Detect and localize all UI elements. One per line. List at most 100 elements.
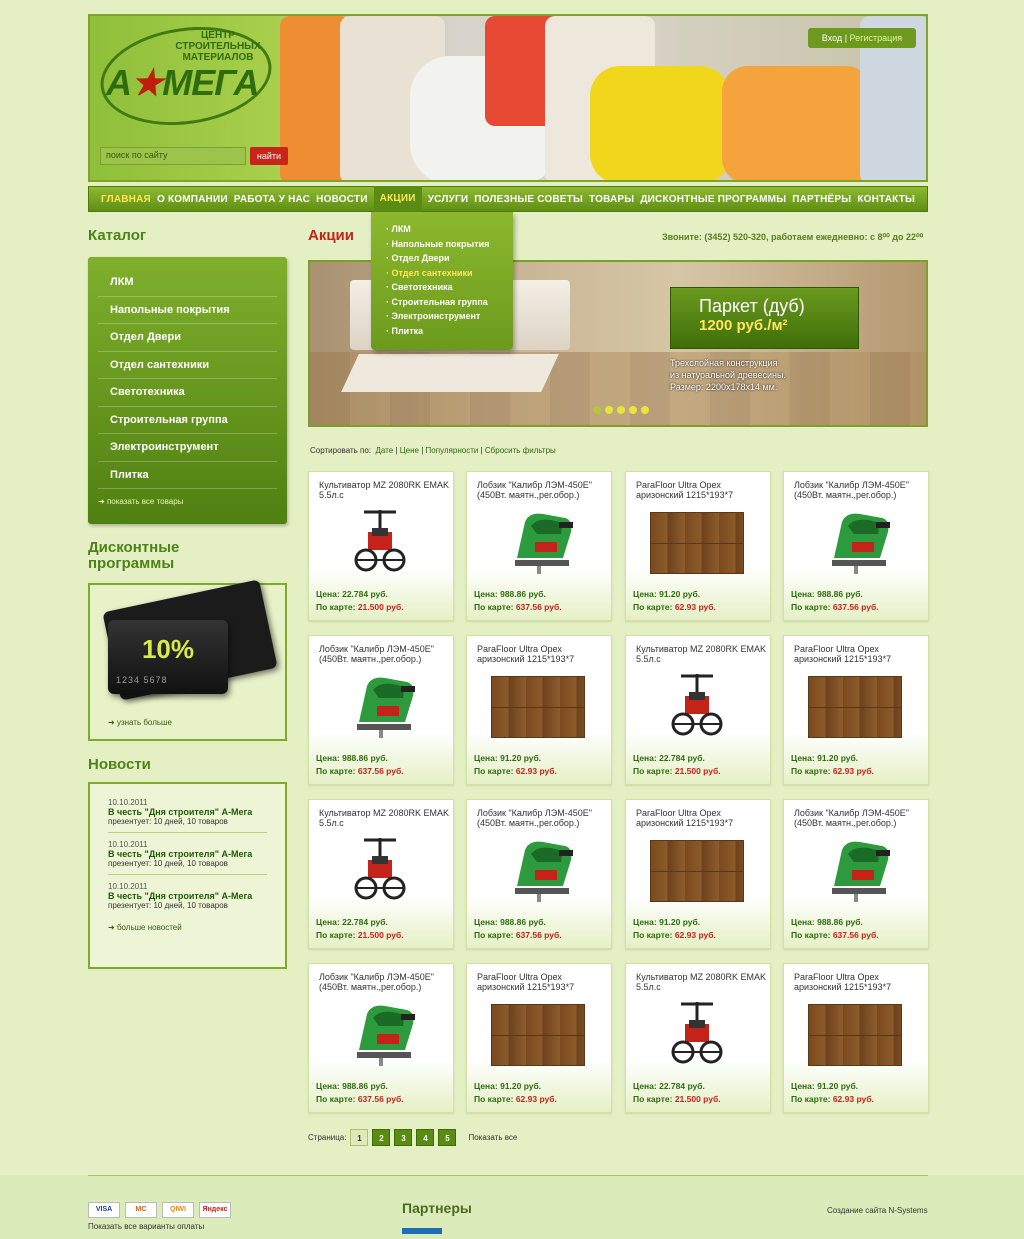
catalog-item-lighting[interactable]: Светотехника <box>98 379 277 407</box>
cultivator-image[interactable] <box>354 836 406 902</box>
cultivator-image[interactable] <box>671 1000 723 1066</box>
show-all-pages-link[interactable]: Показать все <box>468 1133 517 1142</box>
nav-item-partners[interactable]: ПАРТНЁРЫ <box>792 194 851 205</box>
catalog-item-tile[interactable]: Плитка <box>98 462 277 489</box>
dropdown-item-tile[interactable]: · Плитка <box>386 324 513 339</box>
dropdown-item-flooring[interactable]: · Напольные покрытия <box>386 237 513 252</box>
catalog-item-power-tools[interactable]: Электроинструмент <box>98 434 277 462</box>
product-card[interactable]: ParaFloor Ultra Орех аризонский 1215*193… <box>783 635 929 785</box>
news-headline[interactable]: В честь "Дня строителя" А-Мега <box>108 807 267 817</box>
product-name[interactable]: ParaFloor Ultra Орех аризонский 1215*193… <box>477 644 607 664</box>
payment-options-link[interactable]: Показать все варианты оплаты <box>88 1222 204 1231</box>
nav-item-contacts[interactable]: КОНТАКТЫ <box>857 194 915 205</box>
product-name[interactable]: ParaFloor Ultra Орех аризонский 1215*193… <box>477 972 607 992</box>
product-card[interactable]: Культиватор MZ 2080RK EMAK 5.5л.с Цена: 2… <box>308 799 454 949</box>
product-card[interactable]: ParaFloor Ultra Орех аризонский 1215*193… <box>783 963 929 1113</box>
product-name[interactable]: ParaFloor Ultra Орех аризонский 1215*193… <box>794 972 924 992</box>
jigsaw-image[interactable] <box>824 508 894 574</box>
slider-dot[interactable] <box>593 406 601 414</box>
jigsaw-image[interactable] <box>824 836 894 902</box>
product-card[interactable]: Лобзик "Калибр ЛЭМ-450Е" (450Вт. маятн.,… <box>308 963 454 1113</box>
nav-item-goods[interactable]: ТОВАРЫ <box>589 194 634 205</box>
product-name[interactable]: Культиватор MZ 2080RK EMAK 5.5л.с <box>319 480 449 500</box>
qiwi-icon[interactable]: QIWI <box>162 1202 194 1218</box>
slider-dot[interactable] <box>617 406 625 414</box>
parquet-image[interactable] <box>491 676 585 738</box>
promo-price-box[interactable]: Паркет (дуб) 1200 руб./м² <box>670 287 859 349</box>
dropdown-item-power-tools[interactable]: · Электроинструмент <box>386 309 513 324</box>
reset-filters[interactable]: Сбросить фильтры <box>485 446 556 455</box>
register-link[interactable]: Регистрация <box>850 33 903 43</box>
cultivator-image[interactable] <box>354 508 406 574</box>
catalog-item-construction[interactable]: Строительная группа <box>98 407 277 434</box>
product-card[interactable]: Культиватор MZ 2080RK EMAK 5.5л.с Цена: 2… <box>308 471 454 621</box>
product-card[interactable]: Лобзик "Калибр ЛЭМ-450Е" (450Вт. маятн.,… <box>466 471 612 621</box>
news-headline[interactable]: В честь "Дня строителя" А-Мега <box>108 891 267 901</box>
product-card[interactable]: Лобзик "Калибр ЛЭМ-450Е" (450Вт. маятн.,… <box>783 799 929 949</box>
product-card[interactable]: Культиватор MZ 2080RK EMAK 5.5л.с Цена: 2… <box>625 635 771 785</box>
product-card[interactable]: ParaFloor Ultra Орех аризонский 1215*193… <box>625 471 771 621</box>
news-item[interactable]: 10.10.2011 В честь "Дня строителя" А-Мег… <box>108 882 267 916</box>
yandex-money-icon[interactable]: Яндекс <box>199 1202 231 1218</box>
news-item[interactable]: 10.10.2011 В честь "Дня строителя" А-Мег… <box>108 798 267 833</box>
sort-by-date[interactable]: Дате <box>375 446 393 455</box>
mastercard-icon[interactable]: MC <box>125 1202 157 1218</box>
parquet-image[interactable] <box>650 840 744 902</box>
product-name[interactable]: ParaFloor Ultra Орех аризонский 1215*193… <box>636 808 766 828</box>
slider-dot[interactable] <box>641 406 649 414</box>
product-name[interactable]: Лобзик "Калибр ЛЭМ-450Е" (450Вт. маятн.,… <box>477 480 607 500</box>
nav-item-home[interactable]: ГЛАВНАЯ <box>101 194 151 205</box>
parquet-image[interactable] <box>650 512 744 574</box>
product-name[interactable]: Культиватор MZ 2080RK EMAK 5.5л.с <box>319 808 449 828</box>
product-name[interactable]: Лобзик "Калибр ЛЭМ-450Е" (450Вт. маятн.,… <box>319 972 449 992</box>
product-name[interactable]: Лобзик "Калибр ЛЭМ-450Е" (450Вт. маятн.,… <box>319 644 449 664</box>
dropdown-item-construction[interactable]: · Строительная группа <box>386 295 513 310</box>
news-item[interactable]: 10.10.2011 В честь "Дня строителя" А-Мег… <box>108 840 267 875</box>
jigsaw-image[interactable] <box>349 672 419 738</box>
sort-by-popularity[interactable]: Популярности <box>426 446 479 455</box>
product-card[interactable]: Лобзик "Калибр ЛЭМ-450Е" (450Вт. маятн.,… <box>466 799 612 949</box>
page-1-button[interactable]: 1 <box>350 1129 369 1146</box>
catalog-item-lkm[interactable]: ЛКМ <box>98 269 277 297</box>
page-5-button[interactable]: 5 <box>438 1129 457 1146</box>
nav-item-news[interactable]: НОВОСТИ <box>316 194 367 205</box>
logo[interactable]: А★МЕГА <box>106 62 260 104</box>
dropdown-item-lkm[interactable]: · ЛКМ <box>386 222 513 237</box>
slider-dot[interactable] <box>605 406 613 414</box>
catalog-item-doors[interactable]: Отдел Двери <box>98 324 277 352</box>
news-more-link[interactable]: ➜ больше новостей <box>108 923 267 932</box>
catalog-item-flooring[interactable]: Напольные покрытия <box>98 297 277 324</box>
cultivator-image[interactable] <box>671 672 723 738</box>
page-2-button[interactable]: 2 <box>372 1129 391 1146</box>
search-input[interactable]: поиск по сайту <box>100 147 246 165</box>
product-name[interactable]: ParaFloor Ultra Орех аризонский 1215*193… <box>794 644 924 664</box>
jigsaw-image[interactable] <box>507 508 577 574</box>
page-4-button[interactable]: 4 <box>416 1129 435 1146</box>
search-button[interactable]: найти <box>250 147 288 165</box>
login-link[interactable]: Вход <box>822 33 842 43</box>
show-all-goods-link[interactable]: ➜ показать все товары <box>98 497 277 506</box>
nav-item-discounts[interactable]: ДИСКОНТНЫЕ ПРОГРАММЫ <box>640 194 786 205</box>
product-name[interactable]: Лобзик "Калибр ЛЭМ-450Е" (450Вт. маятн.,… <box>794 480 924 500</box>
catalog-item-plumbing[interactable]: Отдел сантехники <box>98 352 277 379</box>
site-credits[interactable]: Создание сайта N-Systems <box>827 1206 928 1215</box>
product-name[interactable]: Лобзик "Калибр ЛЭМ-450Е" (450Вт. маятн.,… <box>477 808 607 828</box>
nav-item-services[interactable]: УСЛУГИ <box>428 194 469 205</box>
news-headline[interactable]: В честь "Дня строителя" А-Мега <box>108 849 267 859</box>
product-card[interactable]: ParaFloor Ultra Орех аризонский 1215*193… <box>625 799 771 949</box>
product-card[interactable]: Лобзик "Калибр ЛЭМ-450Е" (450Вт. маятн.,… <box>308 635 454 785</box>
product-name[interactable]: Лобзик "Калибр ЛЭМ-450Е" (450Вт. маятн.,… <box>794 808 924 828</box>
dropdown-item-plumbing[interactable]: · Отдел сантехники <box>386 266 513 281</box>
visa-icon[interactable]: VISA <box>88 1202 120 1218</box>
dropdown-item-lighting[interactable]: · Светотехника <box>386 280 513 295</box>
partner-logo[interactable] <box>402 1228 442 1234</box>
product-card[interactable]: ParaFloor Ultra Орех аризонский 1215*193… <box>466 963 612 1113</box>
discount-more-link[interactable]: ➜ узнать больше <box>108 718 172 727</box>
jigsaw-image[interactable] <box>507 836 577 902</box>
product-name[interactable]: ParaFloor Ultra Орех аризонский 1215*193… <box>636 480 766 500</box>
parquet-image[interactable] <box>491 1004 585 1066</box>
nav-item-promotions[interactable]: АКЦИИ <box>373 186 422 212</box>
product-card[interactable]: ParaFloor Ultra Орех аризонский 1215*193… <box>466 635 612 785</box>
product-card[interactable]: Культиватор MZ 2080RK EMAK 5.5л.с Цена: 2… <box>625 963 771 1113</box>
jigsaw-image[interactable] <box>349 1000 419 1066</box>
